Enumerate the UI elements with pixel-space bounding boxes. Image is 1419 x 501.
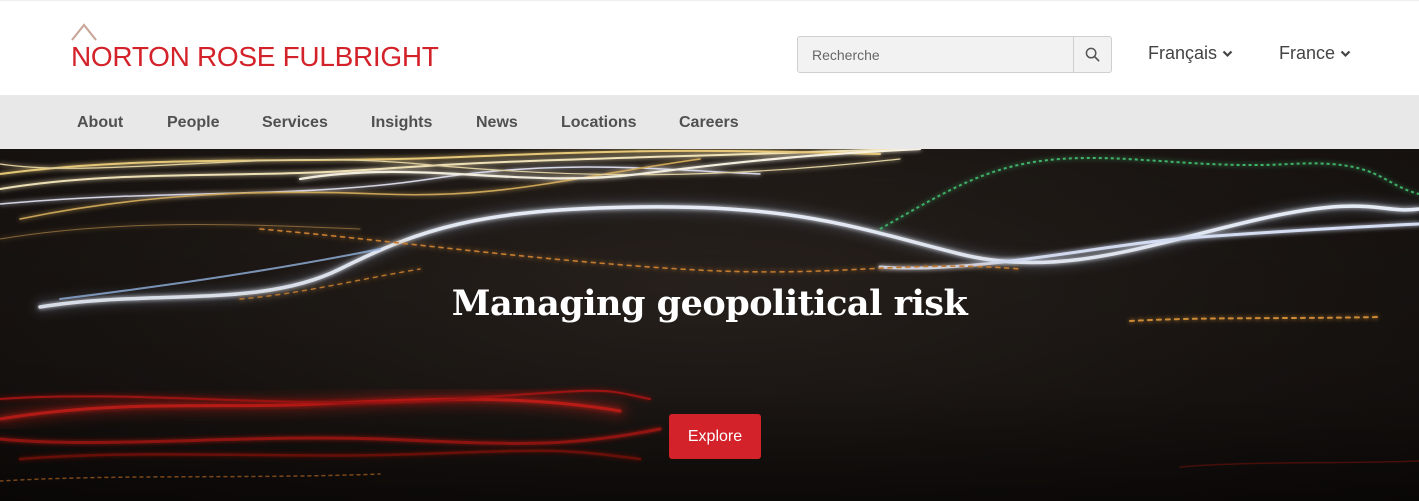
nav-item-insights[interactable]: Insights xyxy=(371,114,432,132)
search-box xyxy=(797,36,1112,73)
hero-title: Managing geopolitical risk xyxy=(451,283,968,324)
site-header: NORTON ROSE FULBRIGHT Français France xyxy=(0,0,1419,95)
language-dropdown[interactable]: Français xyxy=(1148,43,1233,64)
main-nav: About People Services Insights News Loca… xyxy=(0,95,1419,149)
search-icon xyxy=(1085,47,1100,62)
chevron-down-icon xyxy=(1340,50,1351,57)
explore-button[interactable]: Explore xyxy=(669,414,761,459)
nav-item-news[interactable]: News xyxy=(476,114,518,132)
country-dropdown[interactable]: France xyxy=(1279,43,1351,64)
nav-item-people[interactable]: People xyxy=(167,114,219,132)
chevron-down-icon xyxy=(1222,50,1233,57)
country-label: France xyxy=(1279,43,1336,63)
logo-text: NORTON ROSE FULBRIGHT xyxy=(71,41,439,72)
nav-item-about[interactable]: About xyxy=(77,114,123,132)
nav-item-services[interactable]: Services xyxy=(262,114,328,132)
search-input[interactable] xyxy=(798,37,1073,72)
hero-banner: Managing geopolitical risk Explore xyxy=(0,149,1419,501)
nav-item-careers[interactable]: Careers xyxy=(679,114,739,132)
nav-item-locations[interactable]: Locations xyxy=(561,114,637,132)
logo-roof-icon xyxy=(71,23,97,41)
logo-link[interactable]: NORTON ROSE FULBRIGHT xyxy=(71,23,439,73)
search-button[interactable] xyxy=(1073,37,1111,72)
language-label: Français xyxy=(1148,43,1218,63)
